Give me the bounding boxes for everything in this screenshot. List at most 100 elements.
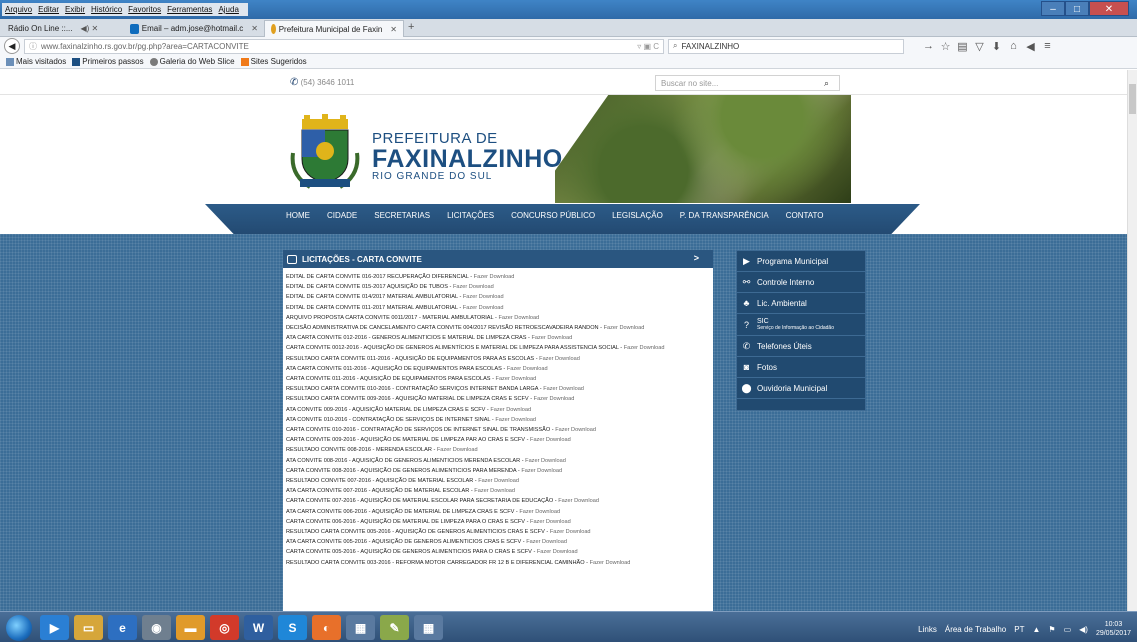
- download-link[interactable]: Fazer Download: [453, 284, 494, 290]
- send-icon[interactable]: ◀: [1022, 40, 1039, 53]
- menu-historico[interactable]: Histórico: [91, 5, 122, 14]
- download-link[interactable]: Fazer Download: [463, 305, 504, 311]
- sidebar-item[interactable]: ✆ Telefones Úteis: [737, 336, 865, 357]
- menu-favoritos[interactable]: Favoritos: [128, 5, 161, 14]
- bookmark-getting-started[interactable]: Primeiros passos: [72, 57, 144, 66]
- speaker-icon[interactable]: ◀) ✕: [80, 24, 98, 33]
- download-link[interactable]: Fazer Download: [521, 468, 562, 474]
- network-icon[interactable]: ▭: [1064, 625, 1072, 634]
- list-item[interactable]: ATA CONVITE 008-2016 - AQUISIÇÃO DE GENE…: [286, 456, 710, 466]
- download-link[interactable]: Fazer Download: [539, 356, 580, 362]
- sidebar-item[interactable]: ⬤ Ouvidoria Municipal: [737, 378, 865, 399]
- home-icon[interactable]: ⌂: [1005, 40, 1022, 53]
- sidebar-item[interactable]: ◙ Fotos: [737, 357, 865, 378]
- download-link[interactable]: Fazer Download: [526, 539, 567, 545]
- download-link[interactable]: Fazer Download: [463, 294, 504, 300]
- download-link[interactable]: Fazer Download: [530, 519, 571, 525]
- sidebar-item[interactable]: ? SIC Serviço de Informação ao Cidadão: [737, 314, 865, 336]
- bookmark-suggested-sites[interactable]: Sites Sugeridos: [240, 57, 307, 66]
- list-item[interactable]: ATA CONVITE 010-2016 - CONTRATAÇÃO DE SE…: [286, 415, 710, 425]
- clipboard-icon[interactable]: ▤: [954, 40, 971, 53]
- close-tab-icon[interactable]: ✕: [390, 25, 397, 34]
- tab-email[interactable]: Email – adm.jose@hotmail.c ✕: [124, 20, 264, 37]
- download-link[interactable]: Fazer Download: [537, 549, 578, 555]
- list-item[interactable]: RESULTADO CARTA CONVITE 003-2016 - REFOR…: [286, 558, 710, 568]
- nav-legislacao[interactable]: LEGISLAÇÃO: [612, 211, 663, 220]
- internet-explorer-icon[interactable]: e: [108, 615, 137, 640]
- download-link[interactable]: Fazer Download: [490, 407, 531, 413]
- list-item[interactable]: CARTA CONVITE 010-2016 - CONTRATAÇÃO DE …: [286, 425, 710, 435]
- list-item[interactable]: ARQUIVO PROPOSTA CARTA CONVITE 0011/2017…: [286, 313, 710, 323]
- clock[interactable]: 10:03 29/05/2017: [1096, 620, 1131, 638]
- list-item[interactable]: EDITAL DE CARTA CONVITE 014/2017 MATERIA…: [286, 292, 710, 302]
- nav-licitacoes[interactable]: LICITAÇÕES: [447, 211, 494, 220]
- list-item[interactable]: RESULTADO CARTA CONVITE 009-2016 - AQUIS…: [286, 394, 710, 404]
- nav-home[interactable]: HOME: [286, 211, 310, 220]
- tab-radio[interactable]: Rádio On Line ::... ◀) ✕: [2, 20, 122, 37]
- nav-cidade[interactable]: CIDADE: [327, 211, 357, 220]
- search-icon[interactable]: ⌕: [824, 78, 829, 89]
- sidebar-item[interactable]: ♣ Lic. Ambiental: [737, 293, 865, 314]
- list-item[interactable]: ATA CONVITE 009-2016 - AQUISIÇÃO MATERIA…: [286, 405, 710, 415]
- new-tab-button[interactable]: +: [408, 21, 414, 33]
- list-item[interactable]: CARTA CONVITE 009-2016 - AQUISIÇÃO DE MA…: [286, 435, 710, 445]
- download-link[interactable]: Fazer Download: [507, 366, 548, 372]
- list-item[interactable]: DECISÃO ADMINISTRATIVA DE CANCELAMENTO C…: [286, 323, 710, 333]
- desktop-toolbar[interactable]: Área de Trabalho: [945, 625, 1006, 634]
- word-icon[interactable]: W: [244, 615, 273, 640]
- download-link[interactable]: Fazer Download: [474, 274, 515, 280]
- download-link[interactable]: Fazer Download: [525, 458, 566, 464]
- download-link[interactable]: Fazer Download: [555, 427, 596, 433]
- minimize-button[interactable]: –: [1041, 1, 1065, 16]
- list-item[interactable]: ATA CARTA CONVITE 005-2016 - AQUISIÇÃO D…: [286, 537, 710, 547]
- download-link[interactable]: Fazer Download: [519, 509, 560, 515]
- tray-arrow-icon[interactable]: ▲: [1032, 625, 1040, 634]
- site-search-input[interactable]: Buscar no site... ⌕: [655, 75, 840, 91]
- download-link[interactable]: Fazer Download: [550, 529, 591, 535]
- url-bar[interactable]: ⓘ www.faxinalzinho.rs.gov.br/pg.php?area…: [24, 38, 664, 54]
- close-window-button[interactable]: ✕: [1089, 1, 1129, 16]
- list-item[interactable]: CARTA CONVITE 005-2016 - AQUISIÇÃO DE GE…: [286, 547, 710, 557]
- firefox-icon[interactable]: ◐: [312, 615, 341, 640]
- flag-icon[interactable]: ⚑: [1048, 625, 1055, 634]
- download-link[interactable]: Fazer Download: [496, 376, 537, 382]
- download-link[interactable]: Fazer Download: [530, 437, 571, 443]
- list-item[interactable]: RESULTADO CONVITE 007-2016 - AQUISIÇÃO D…: [286, 476, 710, 486]
- list-item[interactable]: ATA CARTA CONVITE 006-2016 - AQUISIÇÃO D…: [286, 507, 710, 517]
- tab-prefeitura[interactable]: Prefeitura Municipal de Faxin ✕: [264, 20, 404, 37]
- maximize-button[interactable]: □: [1065, 1, 1089, 16]
- language-indicator[interactable]: PT: [1014, 625, 1024, 634]
- list-item[interactable]: RESULTADO CARTA CONVITE 010-2016 - CONTR…: [286, 384, 710, 394]
- list-item[interactable]: CARTA CONVITE 006-2016 - AQUISIÇÃO DE MA…: [286, 517, 710, 527]
- download-link[interactable]: Fazer Download: [534, 396, 575, 402]
- download-link[interactable]: Fazer Download: [543, 386, 584, 392]
- download-link[interactable]: Fazer Download: [531, 335, 572, 341]
- menu-ferramentas[interactable]: Ferramentas: [167, 5, 212, 14]
- municipal-crest-logo[interactable]: [288, 113, 362, 193]
- window-thumbnail-icon[interactable]: ▦: [346, 615, 375, 640]
- download-link[interactable]: Fazer Download: [624, 345, 665, 351]
- download-link[interactable]: Fazer Download: [474, 488, 515, 494]
- download-link[interactable]: Fazer Download: [495, 417, 536, 423]
- skype-icon[interactable]: S: [278, 615, 307, 640]
- download-link[interactable]: Fazer Download: [478, 478, 519, 484]
- nav-transparencia[interactable]: P. DA TRANSPARÊNCIA: [680, 211, 769, 220]
- bookmark-most-visited[interactable]: Mais visitados: [6, 57, 66, 66]
- list-item[interactable]: CARTA CONVITE 007-2016 - AQUISIÇÃO DE MA…: [286, 496, 710, 506]
- download-link[interactable]: Fazer Download: [604, 325, 645, 331]
- media-player-icon[interactable]: ◉: [142, 615, 171, 640]
- list-item[interactable]: ATA CARTA CONVITE 007-2016 - AQUISIÇÃO D…: [286, 486, 710, 496]
- list-item[interactable]: EDITAL DE CARTA CONVITE 011-2017 MATERIA…: [286, 303, 710, 313]
- info-icon[interactable]: ⓘ: [29, 41, 37, 52]
- menu-arquivo[interactable]: Arquivo: [5, 5, 32, 14]
- nav-secretarias[interactable]: SECRETARIAS: [374, 211, 430, 220]
- download-link[interactable]: Fazer Download: [558, 498, 599, 504]
- forward-icon[interactable]: →: [920, 40, 937, 53]
- reload-icon[interactable]: ▿ ▣ C: [637, 42, 659, 51]
- menu-exibir[interactable]: Exibir: [65, 5, 85, 14]
- list-item[interactable]: CARTA CONVITE 008-2016 - AQUISIÇÃO DE GE…: [286, 466, 710, 476]
- menu-ajuda[interactable]: Ajuda: [218, 5, 238, 14]
- list-item[interactable]: ATA CARTA CONVITE 012-2016 - GENEROS ALI…: [286, 333, 710, 343]
- list-item[interactable]: RESULTADO CONVITE 008-2016 - MERENDA ESC…: [286, 445, 710, 455]
- list-item[interactable]: ATA CARTA CONVITE 011-2016 - AQUISIÇÃO D…: [286, 364, 710, 374]
